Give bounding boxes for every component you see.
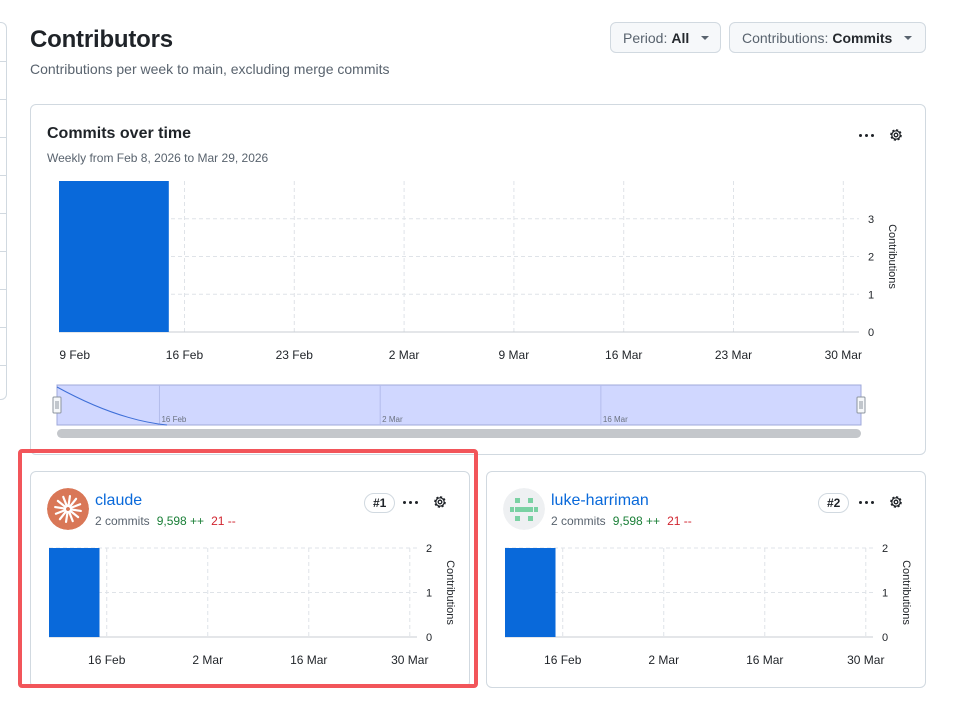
y-tick-label: 2 — [426, 543, 432, 555]
x-tick-label: 2 Mar — [648, 653, 679, 667]
x-tick-label: 23 Mar — [715, 348, 752, 362]
contributor-card-claude: claude 2 commits 9,598 ++ 21 -- #1 16 Feb 2… — [30, 471, 470, 688]
x-tick-label: 30 Mar — [391, 653, 428, 667]
navigator-scrollbar[interactable] — [57, 429, 861, 438]
x-tick-label: 16 Feb — [88, 653, 126, 667]
contributor-chart-luke-harriman: 16 Feb 2 Mar 16 Mar 30 Mar 0 1 2 Contributions — [505, 543, 912, 667]
x-tick-label: 23 Feb — [276, 348, 314, 362]
dropdown-caret-icon — [904, 35, 913, 40]
x-tick-label: 16 Mar — [290, 653, 327, 667]
x-tick-label: 16 Mar — [746, 653, 783, 667]
y-axis-label: Contributions — [900, 560, 912, 625]
navigator-handle[interactable] — [52, 396, 62, 414]
commits-chart: 9 Feb 16 Feb 23 Feb 2 Mar 9 Mar 16 Mar 23 Mar 3… — [52, 181, 898, 438]
y-tick-label: 0 — [426, 632, 432, 644]
x-tick-label: 16 Mar — [605, 348, 642, 362]
x-tick-label: 9 Feb — [59, 348, 90, 362]
y-tick-label: 2 — [882, 543, 888, 555]
x-tick-label: 30 Mar — [847, 653, 884, 667]
y-tick-label: 0 — [882, 632, 888, 644]
navigator-label: 16 Feb — [161, 415, 186, 424]
chart-grid — [49, 547, 417, 638]
navigator-label: 16 Mar — [603, 415, 628, 424]
commits-over-time-card: Commits over time Weekly from Feb 8, 202… — [30, 104, 926, 455]
x-tick-label: 9 Mar — [499, 348, 530, 362]
x-tick-label: 2 Mar — [192, 653, 223, 667]
range-navigator: 16 Feb 2 Mar 16 Mar — [52, 384, 866, 426]
contributor-chart-claude: 16 Feb 2 Mar 16 Mar 30 Mar 0 1 2 Contributions — [49, 543, 456, 667]
chart-grid — [59, 181, 859, 333]
x-tick-label: 16 Feb — [544, 653, 582, 667]
chart-bar — [49, 548, 100, 637]
page-title: Contributors — [30, 26, 173, 53]
period-filter-button[interactable]: Period: All — [610, 22, 721, 53]
x-tick-label: 2 Mar — [389, 348, 420, 362]
navigator-handle[interactable] — [856, 396, 866, 414]
contributions-value: Commits — [832, 29, 893, 46]
y-tick-label: 0 — [868, 327, 874, 339]
chart-bar — [505, 548, 556, 637]
dropdown-caret-icon — [701, 35, 710, 40]
y-tick-label: 1 — [882, 588, 888, 600]
period-label: Period: — [623, 29, 668, 46]
left-sidebar-edge — [0, 22, 7, 400]
y-tick-label: 3 — [868, 214, 874, 226]
chart-grid — [505, 547, 873, 638]
y-tick-label: 1 — [426, 588, 432, 600]
contributions-label: Contributions: — [742, 29, 829, 46]
contributor-card-luke-harriman: luke-harriman 2 commits 9,598 ++ 21 -- #2 … — [486, 471, 926, 688]
chart-bar — [59, 181, 169, 332]
page-subtitle: Contributions per week to main, excludin… — [30, 61, 390, 77]
y-axis-label: Contributions — [444, 560, 456, 625]
y-tick-label: 2 — [868, 252, 874, 264]
navigator-label: 2 Mar — [382, 415, 403, 424]
y-axis-label: Contributions — [886, 224, 898, 289]
contributions-filter-button[interactable]: Contributions: Commits — [729, 22, 926, 53]
y-tick-label: 1 — [868, 289, 874, 301]
x-tick-label: 30 Mar — [825, 348, 862, 362]
x-tick-label: 16 Feb — [166, 348, 204, 362]
period-value: All — [671, 29, 690, 46]
